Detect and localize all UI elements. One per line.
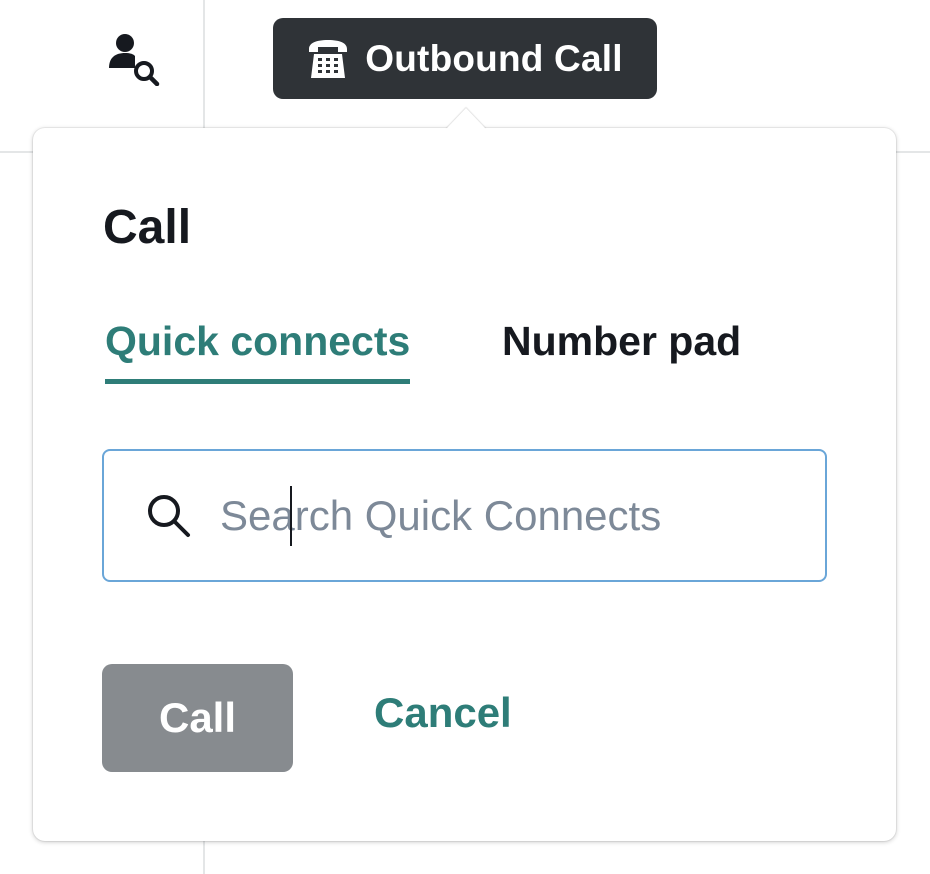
text-caret [290,486,292,546]
search-field[interactable] [102,449,827,582]
tab-number-pad[interactable]: Number pad [502,318,741,379]
call-button[interactable]: Call [102,664,293,772]
user-search-button[interactable] [98,24,168,92]
outbound-call-button[interactable]: Outbound Call [273,18,657,99]
popover-arrow [446,108,486,129]
page: Outbound Call Call Quick connects Number… [0,0,930,874]
telephone-keypad-icon [309,39,348,78]
search-icon [148,494,190,537]
outbound-call-label: Outbound Call [365,37,623,79]
user-search-icon [109,34,160,86]
tab-quick-connects[interactable]: Quick connects [105,318,411,384]
call-popover: Call Quick connects Number pad Call Canc… [33,128,896,841]
search-input[interactable] [220,491,800,540]
cancel-button[interactable]: Cancel [374,689,512,737]
popover-title: Call [103,201,192,254]
